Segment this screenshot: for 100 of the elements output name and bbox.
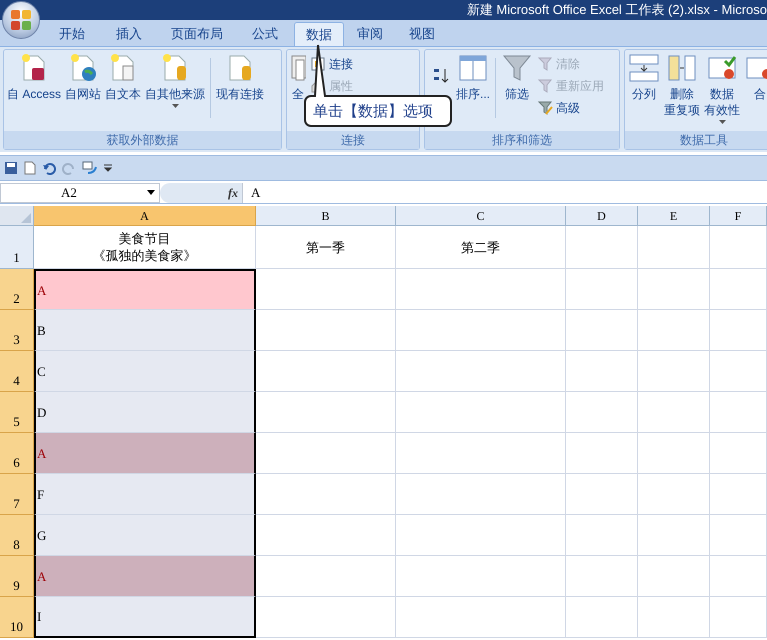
table-cell	[638, 269, 710, 310]
formula-field[interactable]: A	[242, 182, 767, 202]
table-cell: D	[34, 392, 256, 433]
table-cell	[638, 351, 710, 392]
table-cell: 美食节目 《孤独的美食家》	[34, 226, 256, 269]
row-header[interactable]: 4	[0, 351, 34, 392]
column-header[interactable]: B	[256, 206, 396, 226]
row-header[interactable]: 8	[0, 515, 34, 556]
table-cell	[566, 433, 638, 474]
table-cell	[638, 597, 710, 638]
table-cell	[566, 351, 638, 392]
ribbon-tab[interactable]: 数据	[294, 22, 344, 46]
table-cell	[710, 310, 767, 351]
ribbon-button[interactable]: 删除 重复项	[662, 52, 702, 118]
ribbon-button[interactable]: 自文本	[103, 52, 144, 102]
table-cell: A	[34, 433, 256, 474]
table-cell	[566, 597, 638, 638]
table-cell: 第二季	[396, 226, 566, 269]
ribbon-button[interactable]: 排序...	[454, 52, 492, 102]
ribbon-button[interactable]: 现有连接	[214, 52, 266, 102]
column-header[interactable]: A	[34, 206, 256, 226]
table-cell: F	[34, 474, 256, 515]
table-cell	[710, 597, 767, 638]
row-header[interactable]: 7	[0, 474, 34, 515]
table-cell	[710, 226, 767, 269]
ribbon-button[interactable]: 数据 有效性	[702, 52, 742, 124]
table-cell	[638, 310, 710, 351]
table-cell	[710, 515, 767, 556]
ribbon-button[interactable]: 全	[288, 52, 308, 102]
row-header[interactable]: 9	[0, 556, 34, 597]
table-cell: G	[34, 515, 256, 556]
ribbon-tab[interactable]: 开始	[44, 22, 100, 46]
table-cell	[566, 474, 638, 515]
table-cell	[710, 269, 767, 310]
table-cell	[710, 392, 767, 433]
caret-icon	[718, 120, 726, 124]
column-header[interactable]: E	[638, 206, 710, 226]
column-header[interactable]: D	[566, 206, 638, 226]
row-header[interactable]: 2	[0, 269, 34, 310]
column-header[interactable]: C	[396, 206, 566, 226]
table-cell	[710, 556, 767, 597]
ribbon-tab[interactable]: 插入	[100, 22, 158, 46]
column-header[interactable]: F	[710, 206, 767, 226]
ribbon-button[interactable]: 自其他来源	[143, 52, 208, 108]
table-cell: C	[34, 351, 256, 392]
ribbon-tab[interactable]: 视图	[396, 22, 448, 46]
funnel-icon	[537, 78, 554, 94]
caret-icon	[147, 190, 155, 195]
table-cell	[710, 474, 767, 515]
table-cell	[638, 515, 710, 556]
table-cell	[638, 226, 710, 269]
table-cell: B	[34, 310, 256, 351]
ribbon-small-button[interactable]: 高级	[537, 98, 604, 118]
table-cell: A	[34, 556, 256, 597]
split-columns-icon	[628, 52, 660, 84]
group-label: 数据工具	[625, 131, 767, 149]
redo-icon	[62, 161, 76, 175]
table-cell	[566, 392, 638, 433]
caret-icon	[172, 104, 179, 108]
group-label: 获取外部数据	[4, 131, 281, 149]
ribbon-button[interactable]: 筛选	[499, 52, 536, 102]
row-header[interactable]: 5	[0, 392, 34, 433]
new-document-icon	[24, 161, 36, 175]
table-cell	[638, 556, 710, 597]
office-logo-icon	[10, 9, 32, 31]
row-header[interactable]: 6	[0, 433, 34, 474]
save-icon	[4, 161, 18, 175]
table-cell	[566, 269, 638, 310]
funnel-icon	[537, 56, 554, 72]
table-cell	[566, 310, 638, 351]
name-box[interactable]: A2	[0, 182, 160, 202]
table-cell	[566, 515, 638, 556]
group-label: 连接	[287, 131, 419, 149]
ribbon-button[interactable]: 分列	[626, 52, 662, 102]
ribbon-tab[interactable]: 公式	[236, 22, 294, 46]
ribbon-tab[interactable]: 页面布局	[158, 22, 236, 46]
table-cell	[638, 392, 710, 433]
table-cell: 第一季	[256, 226, 396, 269]
ribbon-tab[interactable]: 审阅	[344, 22, 396, 46]
table-cell: A	[34, 269, 256, 310]
customize-caret-icon	[104, 164, 112, 172]
row-header[interactable]: 3	[0, 310, 34, 351]
table-cell: I	[34, 597, 256, 638]
window-title: 新建 Microsoft Office Excel 工作表 (2).xlsx - Microso	[466, 1, 767, 20]
table-cell	[638, 474, 710, 515]
group-label: 排序和筛选	[425, 131, 619, 149]
table-cell	[710, 351, 767, 392]
undo-icon	[42, 161, 56, 175]
row-header[interactable]: 1	[0, 226, 34, 269]
ribbon-button[interactable]: 自网站	[63, 52, 104, 102]
row-header[interactable]: 10	[0, 597, 34, 638]
refresh-icon	[82, 161, 98, 175]
table-cell	[710, 433, 767, 474]
ribbon-button[interactable]: 自 Access	[5, 52, 64, 102]
funnel-icon	[537, 100, 554, 116]
table-cell	[638, 433, 710, 474]
table-cell	[566, 226, 638, 269]
ribbon-button[interactable]: 合	[742, 52, 767, 102]
corner-triangle-icon	[21, 213, 31, 223]
insert-function-button[interactable]: fx	[228, 184, 238, 202]
